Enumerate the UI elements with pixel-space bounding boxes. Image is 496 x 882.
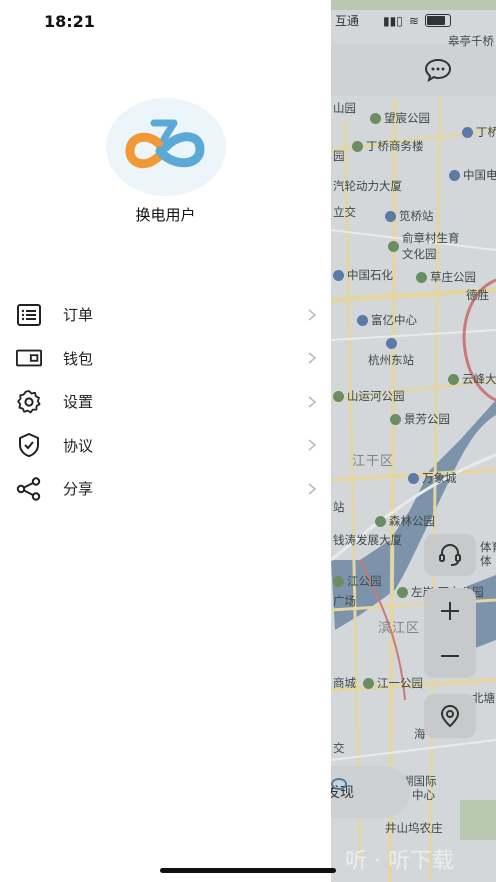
minus-icon <box>441 654 459 657</box>
map-top-bar <box>330 44 496 96</box>
customer-service-button[interactable] <box>424 534 476 576</box>
map-poi[interactable]: 笕桥站 <box>385 208 434 224</box>
map-poi[interactable]: 山运河公园 <box>333 388 405 404</box>
menu-item-label: 协议 <box>63 436 94 455</box>
status-time: 18:21 <box>44 12 95 31</box>
map-poi[interactable]: 园 <box>333 148 345 164</box>
user-avatar[interactable] <box>106 98 226 196</box>
watermark: 听 · 听下载 <box>345 849 454 874</box>
map-poi[interactable]: 汽轮动力大厦 <box>333 178 402 194</box>
signal-icon: ▮▮▯ <box>383 13 403 28</box>
map-poi[interactable]: 中心 <box>412 787 435 803</box>
map-poi[interactable]: 中国石化 <box>333 267 393 283</box>
menu-item-label: 钱包 <box>63 349 94 368</box>
menu-item-label: 分享 <box>63 480 94 499</box>
map-poi[interactable]: 森林公园 <box>375 513 435 529</box>
map-poi[interactable]: 立交 <box>333 204 356 220</box>
user-name: 换电用户 <box>135 206 196 224</box>
map-poi[interactable]: 商城 <box>333 675 356 691</box>
battery-icon <box>424 14 451 27</box>
map-poi[interactable]: 江公园 <box>333 573 382 589</box>
list-icon <box>16 302 42 328</box>
headset-icon <box>439 544 461 566</box>
map-poi[interactable]: 体 <box>480 553 492 569</box>
map-poi[interactable]: 交 <box>333 740 345 756</box>
map-poi[interactable]: 草庄公园 <box>416 269 476 285</box>
location-pin-icon <box>440 704 460 728</box>
chevron-right-icon <box>308 396 317 408</box>
map-poi[interactable]: 万象城 <box>408 470 457 486</box>
menu-item-label: 订单 <box>63 306 94 325</box>
chat-bubble-icon <box>424 58 452 82</box>
map-poi[interactable]: 丁桥 <box>462 124 496 140</box>
map-poi[interactable]: 江一公园 <box>363 675 423 691</box>
chevron-right-icon <box>308 309 317 321</box>
menu-item-settings[interactable]: 设置 <box>0 380 331 424</box>
map-poi[interactable]: 俞章村生育文化园 <box>388 230 468 262</box>
map-poi[interactable]: 钱涛发展大厦 <box>333 532 402 548</box>
map-poi[interactable]: 富亿中心 <box>357 312 417 328</box>
app-logo-icon <box>125 119 205 169</box>
map-poi[interactable]: 丁桥商务楼 <box>352 138 424 154</box>
zoom-out-button[interactable] <box>439 633 461 678</box>
wifi-icon: ≋ <box>408 13 419 28</box>
zoom-controls <box>424 588 476 678</box>
share-icon <box>16 476 42 502</box>
eye-icon <box>331 778 347 790</box>
shield-check-icon <box>16 432 42 458</box>
chevron-right-icon <box>308 439 317 451</box>
map-poi[interactable]: 望宸公园 <box>370 110 430 126</box>
map-poi[interactable]: 中国电 <box>449 167 496 183</box>
zoom-in-button[interactable] <box>439 588 461 633</box>
chevron-right-icon <box>308 352 317 364</box>
menu-item-share[interactable]: 分享 <box>0 467 331 511</box>
chat-button[interactable] <box>418 52 458 88</box>
menu-item-orders[interactable]: 订单 <box>0 293 331 337</box>
map-poi[interactable]: 山园 <box>333 100 356 116</box>
map-poi[interactable]: 井山坞农庄 <box>385 820 443 836</box>
map-poi[interactable]: 站 <box>333 499 345 515</box>
home-indicator[interactable] <box>160 868 336 873</box>
carrier-text: 互通 <box>335 14 360 28</box>
map-poi[interactable]: 云峰大 <box>448 371 496 387</box>
status-bar-right: 互通 ▮▮▯ ≋ <box>335 12 451 29</box>
map-district-label: 江干区 <box>352 454 395 469</box>
map-poi[interactable]: 广场 <box>333 593 356 609</box>
map-poi[interactable]: 皋亭千桥 <box>448 33 494 49</box>
plus-icon <box>441 601 459 620</box>
locate-button[interactable] <box>424 694 476 738</box>
map-poi[interactable]: 杭州东站 <box>368 338 414 368</box>
drawer-menu: 订单 钱包 设置 协议 分享 <box>0 293 331 511</box>
menu-item-wallet[interactable]: 钱包 <box>0 337 331 381</box>
wallet-icon <box>16 345 42 371</box>
gear-icon <box>16 389 42 415</box>
chevron-right-icon <box>308 483 317 495</box>
menu-item-label: 设置 <box>63 393 94 412</box>
map-poi[interactable]: 景芳公园 <box>390 411 450 427</box>
map-poi[interactable]: 德胜 <box>466 287 489 303</box>
menu-item-agreement[interactable]: 协议 <box>0 424 331 468</box>
side-drawer: 18:21 换电用户 订单 钱包 设置 协议 分享 <box>0 0 331 882</box>
map-district-label: 滨江区 <box>378 621 421 636</box>
